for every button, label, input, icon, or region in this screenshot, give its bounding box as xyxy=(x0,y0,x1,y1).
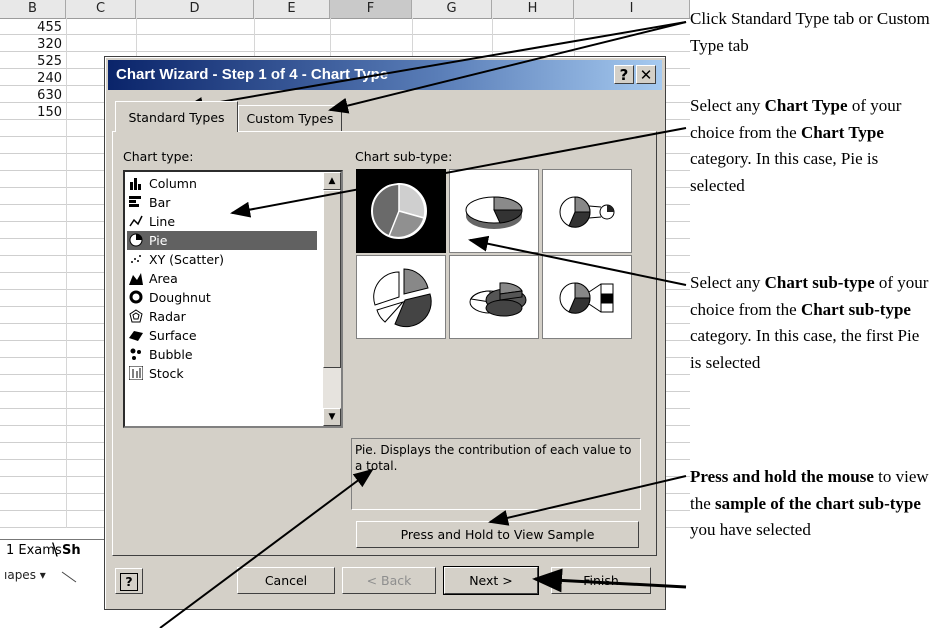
pie-of-pie-icon xyxy=(559,196,615,228)
grid-row xyxy=(0,18,690,35)
chart-type-item-scatter[interactable]: XY (Scatter) xyxy=(127,250,317,269)
chart-type-item-column[interactable]: Column xyxy=(127,174,317,193)
cell-b[interactable]: 150 xyxy=(0,104,66,121)
column-headers: B C D E F G H I xyxy=(0,0,690,19)
chart-wizard-dialog: Chart Wizard - Step 1 of 4 - Chart Type … xyxy=(104,56,666,610)
column-header[interactable]: I xyxy=(574,0,690,18)
close-button[interactable]: ✕ xyxy=(636,65,656,84)
next-button[interactable]: Next > xyxy=(443,566,539,595)
bar-of-pie-icon xyxy=(559,282,614,314)
scroll-up-button[interactable]: ▲ xyxy=(323,172,341,190)
column-header[interactable]: D xyxy=(136,0,254,18)
cell-b[interactable]: 320 xyxy=(0,36,66,53)
finish-button[interactable]: Finish xyxy=(551,567,651,594)
chart-type-item-bubble[interactable]: Bubble xyxy=(127,345,317,364)
help-button[interactable]: ? xyxy=(115,568,143,594)
area-chart-icon xyxy=(129,271,143,285)
bubble-chart-icon xyxy=(129,347,143,361)
drawing-toolbar: ıapes ▾ xyxy=(0,562,110,590)
exploded-pie-icon xyxy=(373,268,432,328)
grid-row xyxy=(0,35,690,52)
surface-chart-icon xyxy=(129,328,143,342)
annotation-view-sample: Press and hold the mouse to view the sam… xyxy=(690,467,929,539)
cell-b[interactable]: 455 xyxy=(0,19,66,36)
view-sample-button[interactable]: Press and Hold to View Sample xyxy=(356,521,639,548)
list-scrollbar[interactable]: ▲ ▼ xyxy=(323,172,341,426)
chart-type-item-pie[interactable]: Pie xyxy=(127,231,317,250)
subtype-pie[interactable] xyxy=(356,169,446,253)
chart-type-item-surface[interactable]: Surface xyxy=(127,326,317,345)
column-header-selected[interactable]: F xyxy=(330,0,412,18)
column-header[interactable]: B xyxy=(0,0,66,18)
radar-chart-icon xyxy=(129,309,143,323)
column-chart-icon xyxy=(129,176,143,190)
subtype-exploded-3d-pie[interactable] xyxy=(449,255,539,339)
description-box: Pie. Displays the contribution of each v… xyxy=(351,438,641,510)
tab-standard-types[interactable]: Standard Types xyxy=(115,101,238,132)
back-button[interactable]: < Back xyxy=(342,567,436,594)
chart-type-item-radar[interactable]: Radar xyxy=(127,307,317,326)
autoshapes-menu[interactable]: ıapes ▾ xyxy=(4,568,46,582)
dialog-title: Chart Wizard - Step 1 of 4 - Chart Type xyxy=(116,66,389,83)
subtype-3d-pie[interactable] xyxy=(449,169,539,253)
pie-chart-icon xyxy=(129,233,143,247)
annotation-chart-type: Select any Chart Type of your choice fro… xyxy=(690,96,902,195)
stock-chart-icon xyxy=(128,365,144,381)
chart-type-item-area[interactable]: Area xyxy=(127,269,317,288)
chart-type-label: Chart type: xyxy=(123,149,194,164)
chart-type-item-stock[interactable]: Stock xyxy=(127,364,317,383)
line-tool-icon[interactable] xyxy=(60,570,78,584)
subtype-pie-of-pie[interactable] xyxy=(542,169,632,253)
column-header[interactable]: H xyxy=(492,0,574,18)
cell-b[interactable]: 630 xyxy=(0,87,66,104)
chart-type-item-line[interactable]: Line xyxy=(127,212,317,231)
exploded-3d-pie-icon xyxy=(469,282,527,317)
3d-pie-icon xyxy=(465,196,523,229)
cell-b[interactable]: 240 xyxy=(0,70,66,87)
sheet-tab-active[interactable]: Sh xyxy=(62,543,81,558)
line-chart-icon xyxy=(129,214,143,228)
scroll-thumb[interactable] xyxy=(323,190,341,368)
pie-subtype-icon xyxy=(371,183,427,239)
column-header[interactable]: G xyxy=(412,0,492,18)
chart-type-list[interactable]: Column Bar Line Pie XY (Scatter) Area Do… xyxy=(123,170,343,428)
sheet-tabs: 1 Exams Sh \ xyxy=(0,539,110,562)
help-icon: ? xyxy=(120,573,138,591)
chart-type-item-bar[interactable]: Bar xyxy=(127,193,317,212)
annotation-chart-subtype: Select any Chart sub-type of your choice… xyxy=(690,273,929,372)
annotation-tabs: Click Standard Type tab or Custom Type t… xyxy=(690,9,930,55)
tab-custom-types[interactable]: Custom Types xyxy=(238,105,342,131)
subtype-exploded-pie[interactable] xyxy=(356,255,446,339)
column-header[interactable]: C xyxy=(66,0,136,18)
scroll-down-button[interactable]: ▼ xyxy=(323,408,341,426)
help-title-button[interactable]: ? xyxy=(614,65,634,84)
subtype-bar-of-pie[interactable] xyxy=(542,255,632,339)
doughnut-chart-icon xyxy=(129,290,143,304)
dialog-titlebar[interactable]: Chart Wizard - Step 1 of 4 - Chart Type … xyxy=(108,60,662,90)
column-header[interactable]: E xyxy=(254,0,330,18)
chart-type-item-doughnut[interactable]: Doughnut xyxy=(127,288,317,307)
scatter-chart-icon xyxy=(129,252,143,266)
cell-b[interactable]: 525 xyxy=(0,53,66,70)
chart-description: Pie. Displays the contribution of each v… xyxy=(355,443,632,473)
grid-column-line xyxy=(66,18,67,528)
chart-subtype-label: Chart sub-type: xyxy=(355,149,453,164)
tab-divider: \ xyxy=(52,540,58,560)
bar-chart-icon xyxy=(129,195,143,209)
cancel-button[interactable]: Cancel xyxy=(237,567,335,594)
